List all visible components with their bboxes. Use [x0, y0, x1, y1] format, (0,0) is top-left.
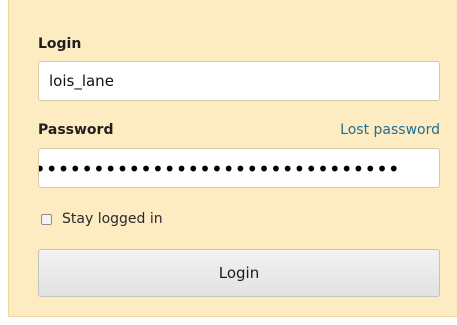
- lost-password-link[interactable]: Lost password: [340, 121, 440, 139]
- login-label: Login: [38, 36, 82, 52]
- password-label: Password: [38, 122, 114, 138]
- login-button[interactable]: Login: [38, 249, 440, 297]
- stay-logged-in-row[interactable]: Stay logged in: [41, 209, 163, 229]
- login-input[interactable]: [38, 61, 440, 101]
- stay-logged-in-checkbox[interactable]: [41, 213, 52, 225]
- password-input[interactable]: •••••••••••••••••••••••••••••••: [38, 148, 440, 188]
- login-panel: Login Password Lost password •••••••••••…: [8, 0, 457, 317]
- password-masked-value: •••••••••••••••••••••••••••••••: [39, 158, 400, 180]
- stay-logged-in-label[interactable]: Stay logged in: [62, 210, 163, 228]
